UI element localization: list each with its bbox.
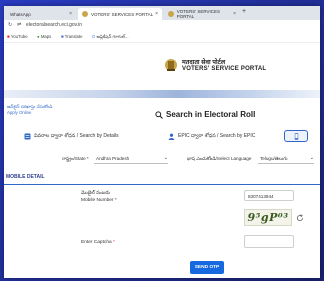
search-heading: Search in Electoral Roll [166, 110, 256, 119]
state-select[interactable]: Andhra Pradesh ⌄ [94, 154, 168, 164]
state-label: రాష్ట్రం/State * [62, 156, 89, 161]
language-value: Telugu/తెలుగు [260, 156, 288, 161]
site-info-icon[interactable]: ⇌ [17, 22, 21, 28]
captcha-image: 9⁵gP⁰³ [244, 209, 292, 226]
emblem-icon [82, 11, 88, 17]
bookmark-translate[interactable]: ■ Translate [61, 34, 83, 39]
mobile-detail-section: MOBILE DETAIL [4, 174, 320, 185]
close-icon[interactable]: × [155, 11, 158, 17]
browser-window: WhatsApp × VOTERS' SERVICES PORTAL × VOT… [4, 6, 320, 278]
emblem-icon [168, 11, 174, 17]
send-otp-button[interactable]: SEND OTP [190, 261, 224, 274]
url-text[interactable]: electoralsearch.eci.gov.in [26, 22, 82, 28]
tab-search-by-epic[interactable]: EPIC ద్వారా శోధన / Search by EPIC [168, 130, 255, 142]
tab-label: VOTERS' SERVICES PORTAL [91, 11, 154, 17]
mobile-number-input[interactable]: 8307413944 [244, 190, 294, 201]
chevron-down-icon: ⌄ [163, 155, 168, 161]
bookmark-google[interactable]: G ఆప్లికేషన్ గూగుల్... [92, 34, 129, 41]
tab-whatsapp[interactable]: WhatsApp × [6, 8, 76, 20]
captcha-input[interactable] [244, 235, 294, 248]
mobile-phone-icon [294, 132, 298, 140]
translate-icon: ■ [61, 34, 64, 39]
close-icon[interactable]: × [233, 11, 236, 17]
mobile-label-en: Mobile Number * [81, 197, 117, 203]
bookmarks-bar: ■ YouTube ● Maps ■ Translate G ఆప్లికేషన… [4, 32, 320, 43]
language-label: భాష ఎంచుకోండి/Select Language [187, 156, 252, 161]
refresh-icon[interactable] [296, 214, 304, 222]
apply-online-link[interactable]: ఆన్‌లైన్ దరఖాస్తు చేసుకోండి Apply Online [7, 104, 52, 116]
emblem-icon [165, 59, 177, 71]
close-icon[interactable]: × [69, 11, 72, 17]
chevron-down-icon: ⌄ [309, 155, 314, 161]
tab-label: EPIC ద్వారా శోధన / Search by EPIC [178, 132, 256, 139]
tab-search-by-mobile[interactable] [284, 130, 308, 142]
tab-voters-portal-2[interactable]: VOTERS' SERVICES PORTAL × [164, 8, 240, 20]
tab-label: వివరాల ద్వారా శోధన / Search by Details [34, 132, 119, 139]
captcha-label-text: Enter Captcha [81, 240, 112, 245]
tab-voters-portal-1[interactable]: VOTERS' SERVICES PORTAL × [78, 8, 162, 20]
section-title: MOBILE DETAIL [6, 174, 45, 180]
tab-label: WhatsApp [10, 11, 31, 17]
search-tabs: వివరాల ద్వారా శోధన / Search by Details E… [4, 130, 320, 142]
mobile-number-value: 8307413944 [248, 193, 274, 199]
tab-bar: WhatsApp × VOTERS' SERVICES PORTAL × VOT… [4, 6, 320, 20]
search-icon [155, 111, 163, 119]
new-tab-icon[interactable]: + [242, 8, 246, 15]
google-icon: G [92, 34, 96, 39]
bookmark-maps[interactable]: ● Maps [37, 34, 51, 39]
reload-icon[interactable]: ↻ [8, 22, 12, 28]
youtube-icon: ■ [7, 34, 10, 39]
required-marker: * [113, 240, 115, 245]
details-icon [24, 133, 31, 139]
tab-label: VOTERS' SERVICES PORTAL [176, 9, 221, 19]
header-stripe [4, 90, 320, 98]
bookmark-youtube[interactable]: ■ YouTube [7, 34, 28, 39]
tab-search-by-details[interactable]: వివరాల ద్వారా శోధన / Search by Details [24, 130, 119, 142]
portal-title-hindi: मतदाता सेवा पोर्टल [182, 59, 226, 66]
language-select[interactable]: Telugu/తెలుగు ⌄ [258, 154, 314, 164]
site-header [4, 43, 320, 89]
portal-title-english: VOTERS' SERVICE PORTAL [182, 66, 267, 72]
mobile-number-label: మొబైల్ నంబరు Mobile Number * [81, 191, 117, 204]
apply-online-en: Apply Online [7, 110, 32, 115]
maps-icon: ● [37, 34, 40, 39]
person-icon [168, 133, 175, 140]
state-value: Andhra Pradesh [96, 156, 130, 161]
captcha-label: Enter Captcha * [81, 240, 115, 245]
